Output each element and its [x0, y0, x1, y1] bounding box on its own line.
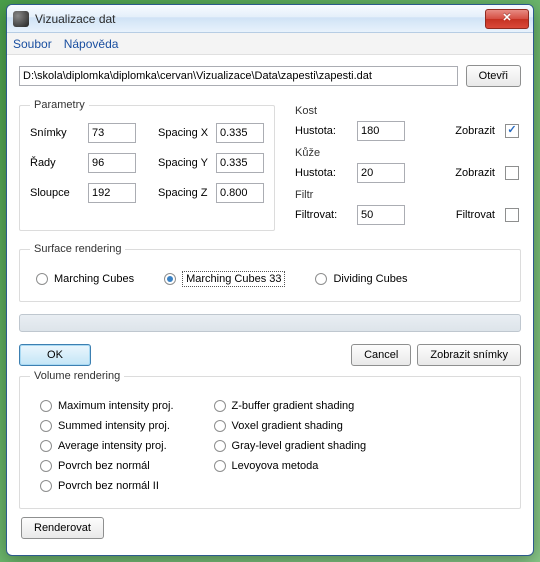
radio-label: Povrch bez normál II: [58, 480, 159, 492]
rady-label: Řady: [30, 157, 82, 169]
parametry-legend: Parametry: [30, 99, 89, 111]
kuze-legend: Kůže: [295, 147, 519, 159]
radio-label: Levoyova metoda: [232, 460, 319, 472]
renderovat-button[interactable]: Renderovat: [21, 517, 104, 539]
ok-button[interactable]: OK: [19, 344, 91, 366]
menubar: Soubor Nápověda: [7, 33, 533, 55]
close-button[interactable]: ✕: [485, 9, 529, 29]
rady-input[interactable]: [88, 153, 136, 173]
kuze-hustota-label: Hustota:: [295, 167, 351, 179]
sloupce-input[interactable]: [88, 183, 136, 203]
radio-icon: [315, 273, 327, 285]
kost-zobrazit-checkbox[interactable]: ✓: [505, 124, 519, 138]
radio-icon: [214, 420, 226, 432]
radio-icon: [40, 400, 52, 412]
radio-povrch-bez-normal-2[interactable]: Povrch bez normál II: [40, 480, 174, 492]
radio-icon: [164, 273, 176, 285]
radio-label: Summed intensity proj.: [58, 420, 170, 432]
radio-icon: [40, 460, 52, 472]
radio-max-intensity[interactable]: Maximum intensity proj.: [40, 400, 174, 412]
radio-gray-level-gradient[interactable]: Gray-level gradient shading: [214, 440, 367, 452]
radio-icon: [214, 460, 226, 472]
titlebar: Vizualizace dat ✕: [7, 5, 533, 33]
radio-label: Z-buffer gradient shading: [232, 400, 355, 412]
kost-hustota-label: Hustota:: [295, 125, 351, 137]
kuze-zobrazit-label: Zobrazit: [411, 167, 499, 179]
cancel-button[interactable]: Cancel: [351, 344, 411, 366]
window-title: Vizualizace dat: [35, 12, 485, 26]
filtr-filtrovat-input[interactable]: [357, 205, 405, 225]
filtr-legend: Filtr: [295, 189, 519, 201]
volume-legend: Volume rendering: [30, 370, 124, 382]
open-button[interactable]: Otevři: [466, 65, 521, 87]
radio-icon: [36, 273, 48, 285]
spacing-z-input[interactable]: [216, 183, 264, 203]
radio-zbuffer-gradient[interactable]: Z-buffer gradient shading: [214, 400, 367, 412]
snimky-input[interactable]: [88, 123, 136, 143]
radio-voxel-gradient[interactable]: Voxel gradient shading: [214, 420, 367, 432]
filtr-checkbox[interactable]: [505, 208, 519, 222]
right-group: Kost Hustota: Zobrazit ✓ Kůže Hustota: Z…: [293, 99, 521, 231]
radio-label: Marching Cubes 33: [182, 271, 285, 287]
menu-soubor[interactable]: Soubor: [13, 37, 52, 51]
radio-povrch-bez-normal[interactable]: Povrch bez normál: [40, 460, 174, 472]
radio-label: Marching Cubes: [54, 273, 134, 285]
spacing-y-label: Spacing Y: [158, 157, 210, 169]
sloupce-label: Sloupce: [30, 187, 82, 199]
radio-icon: [40, 440, 52, 452]
surface-rendering-group: Surface rendering Marching Cubes Marchin…: [19, 243, 521, 302]
main-window: Vizualizace dat ✕ Soubor Nápověda Otevři…: [6, 4, 534, 556]
radio-label: Maximum intensity proj.: [58, 400, 174, 412]
radio-icon: [214, 440, 226, 452]
file-path-input[interactable]: [19, 66, 458, 86]
radio-label: Gray-level gradient shading: [232, 440, 367, 452]
parametry-group: Parametry Snímky Spacing X Řady Spacing …: [19, 99, 275, 231]
zobrazit-snimky-button[interactable]: Zobrazit snímky: [417, 344, 521, 366]
snimky-label: Snímky: [30, 127, 82, 139]
radio-dividing-cubes[interactable]: Dividing Cubes: [315, 273, 407, 285]
radio-levoyova[interactable]: Levoyova metoda: [214, 460, 367, 472]
radio-average-intensity[interactable]: Average intensity proj.: [40, 440, 174, 452]
spacing-x-input[interactable]: [216, 123, 264, 143]
kost-zobrazit-label: Zobrazit: [411, 125, 499, 137]
radio-marching-cubes[interactable]: Marching Cubes: [36, 273, 134, 285]
kuze-hustota-input[interactable]: [357, 163, 405, 183]
radio-icon: [40, 480, 52, 492]
app-icon: [13, 11, 29, 27]
radio-label: Average intensity proj.: [58, 440, 167, 452]
kost-hustota-input[interactable]: [357, 121, 405, 141]
spacing-z-label: Spacing Z: [158, 187, 210, 199]
filtr-filtrovat-label: Filtrovat:: [295, 209, 351, 221]
radio-marching-cubes-33[interactable]: Marching Cubes 33: [164, 271, 285, 287]
progress-bar: [19, 314, 521, 332]
surface-legend: Surface rendering: [30, 243, 125, 255]
spacing-x-label: Spacing X: [158, 127, 210, 139]
volume-rendering-group: Volume rendering Maximum intensity proj.…: [19, 370, 521, 509]
radio-icon: [40, 420, 52, 432]
content: Otevři Parametry Snímky Spacing X Řady S…: [7, 55, 533, 549]
radio-summed-intensity[interactable]: Summed intensity proj.: [40, 420, 174, 432]
radio-icon: [214, 400, 226, 412]
radio-label: Voxel gradient shading: [232, 420, 343, 432]
menu-napoveda[interactable]: Nápověda: [64, 37, 119, 51]
radio-label: Povrch bez normál: [58, 460, 150, 472]
radio-label: Dividing Cubes: [333, 273, 407, 285]
filtr-cb-label: Filtrovat: [411, 209, 499, 221]
kost-legend: Kost: [295, 105, 519, 117]
spacing-y-input[interactable]: [216, 153, 264, 173]
kuze-zobrazit-checkbox[interactable]: [505, 166, 519, 180]
